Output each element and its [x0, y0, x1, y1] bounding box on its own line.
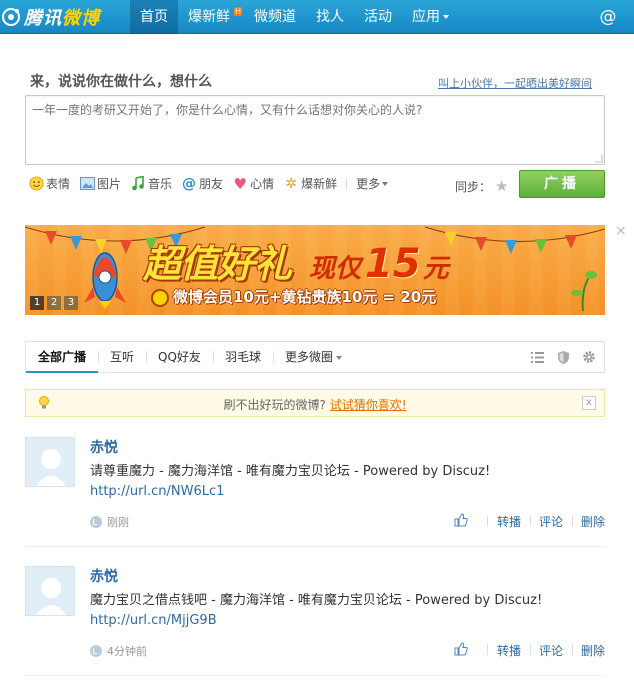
nav-hot-news[interactable]: 爆新鲜 H: [178, 0, 244, 34]
qq-logo-icon: [0, 6, 22, 28]
compose-box[interactable]: [25, 95, 605, 165]
delete-button[interactable]: 删除: [571, 642, 605, 659]
chevron-down-icon: [382, 181, 389, 186]
hot-badge: H: [233, 7, 242, 16]
tool-friends[interactable]: @ 朋友: [181, 175, 223, 192]
promo-banner[interactable]: 超值好礼 现仅 15 元 微博会员10元+黄钻贵族10元 = 20元 1 2 3: [25, 225, 605, 315]
nav-home[interactable]: 首页: [130, 0, 178, 34]
view-options: [518, 350, 596, 364]
tab-more-circles[interactable]: 更多微圈: [272, 342, 354, 372]
post-meta: 4分钟前: [90, 643, 147, 659]
feed-post: 赤悦 魔力宝贝之借点钱吧 - 魔力海洋馆 - 唯有魔力宝贝论坛 - Powere…: [25, 566, 605, 676]
clock-icon: [90, 645, 102, 657]
post-content: 请尊重魔力 - 魔力海洋馆 - 唯有魔力宝贝论坛 - Powered by Di…: [90, 464, 491, 479]
close-icon[interactable]: ×: [615, 224, 627, 238]
post-author[interactable]: 赤悦: [90, 437, 118, 457]
suggestion-tip: 刷不出好玩的微博? 试试猜你喜欢! x: [25, 389, 605, 417]
nav-apps[interactable]: 应用: [402, 0, 459, 34]
clock-icon: [90, 516, 102, 528]
post-link[interactable]: http://url.cn/NW6Lc1: [90, 484, 224, 499]
rocket-illustration: [84, 252, 126, 309]
tab-mutual-follow[interactable]: 互听: [98, 342, 146, 372]
tool-hot-news[interactable]: ✲ 爆新鲜: [283, 175, 337, 192]
chevron-down-icon: [335, 355, 342, 360]
post-meta: 刚刚: [90, 514, 129, 530]
avatar[interactable]: [25, 437, 75, 487]
nav-events[interactable]: 活动: [354, 0, 402, 34]
nav-channels[interactable]: 微频道: [244, 0, 306, 34]
post-content: 魔力宝贝之借点钱吧 - 魔力海洋馆 - 唯有魔力宝贝论坛 - Powered b…: [90, 593, 543, 608]
post-link[interactable]: http://url.cn/MjjG9B: [90, 613, 217, 628]
music-icon: [130, 176, 146, 192]
feed-tabs: 全部广播 互听 QQ好友 羽毛球 更多微圈: [25, 341, 605, 373]
tool-emoji[interactable]: 表情: [28, 175, 70, 192]
smiley-icon: [28, 176, 44, 192]
try-guess-you-like-link[interactable]: 试试猜你喜欢!: [330, 398, 407, 412]
tool-image[interactable]: 图片: [79, 175, 121, 192]
heart-icon: ♥: [233, 174, 247, 193]
shield-icon[interactable]: [556, 350, 570, 364]
post-time[interactable]: 刚刚: [107, 514, 129, 530]
sparkle-icon: ✲: [285, 175, 297, 192]
thumbs-up-icon[interactable]: [454, 513, 468, 527]
post-author[interactable]: 赤悦: [90, 566, 118, 586]
tool-mood[interactable]: ♥ 心情: [232, 174, 274, 193]
tab-all-broadcasts[interactable]: 全部广播: [26, 342, 99, 373]
feed-post: 赤悦 请尊重魔力 - 魔力海洋馆 - 唯有魔力宝贝论坛 - Powered by…: [25, 437, 605, 547]
toolbar-divider: [346, 177, 348, 190]
star-icon[interactable]: ★: [495, 177, 508, 195]
resize-handle-icon[interactable]: [595, 155, 603, 163]
logo-text: 腾讯微博: [24, 8, 100, 29]
coin-icon: [151, 288, 169, 307]
main-nav: 首页 爆新鲜 H 微频道 找人 活动 应用: [130, 0, 459, 34]
plant-decoration: [571, 271, 597, 311]
comment-button[interactable]: 评论: [529, 513, 572, 530]
post-actions: 转播 评论 删除: [454, 642, 605, 659]
gear-icon[interactable]: [582, 350, 596, 364]
repost-button[interactable]: 转播: [488, 642, 530, 659]
sync-option: 同步： ★: [455, 177, 509, 195]
composer-prompt: 来，说说你在做什么，想什么: [30, 74, 212, 90]
nav-find-people[interactable]: 找人: [306, 0, 354, 34]
banner-page-1[interactable]: 1: [30, 296, 44, 310]
banner-headline: 超值好礼 现仅 15 元: [143, 241, 449, 287]
post-time[interactable]: 4分钟前: [107, 643, 147, 659]
banner-page-3[interactable]: 3: [64, 296, 78, 310]
tool-music[interactable]: 音乐: [130, 175, 172, 192]
banner-subline: 微博会员10元+黄钻贵族10元 = 20元: [151, 286, 436, 307]
logo[interactable]: 腾讯微博: [0, 5, 100, 29]
top-navigation-bar: 腾讯微博 首页 爆新鲜 H 微频道 找人 活动 应用 @: [0, 0, 634, 34]
banner-page-2[interactable]: 2: [47, 296, 61, 310]
list-view-icon[interactable]: [530, 350, 544, 364]
composer-toolbar: 表情 图片 音乐 @ 朋友 ♥ 心情 ✲ 爆新鲜 更多: [28, 174, 397, 193]
broadcast-button[interactable]: 广播: [519, 170, 605, 198]
avatar[interactable]: [25, 566, 75, 616]
at-icon: @: [182, 175, 197, 192]
repost-button[interactable]: 转播: [488, 513, 530, 530]
tab-qq-friends[interactable]: QQ好友: [146, 342, 213, 372]
invite-friends-link[interactable]: 叫上小伙伴，一起晒出美好瞬间: [438, 75, 592, 91]
tool-more[interactable]: 更多: [356, 175, 389, 192]
banner-pager: 1 2 3: [30, 296, 81, 310]
thumbs-up-icon[interactable]: [454, 642, 468, 656]
chevron-down-icon: [443, 15, 449, 19]
mentions-icon[interactable]: @: [598, 7, 618, 27]
tab-badminton[interactable]: 羽毛球: [212, 342, 273, 372]
post-actions: 转播 评论 删除: [454, 513, 605, 530]
comment-button[interactable]: 评论: [529, 642, 572, 659]
delete-button[interactable]: 删除: [571, 513, 605, 530]
image-icon: [79, 176, 95, 192]
tip-close-button[interactable]: x: [582, 396, 596, 410]
compose-textarea[interactable]: [26, 96, 604, 164]
